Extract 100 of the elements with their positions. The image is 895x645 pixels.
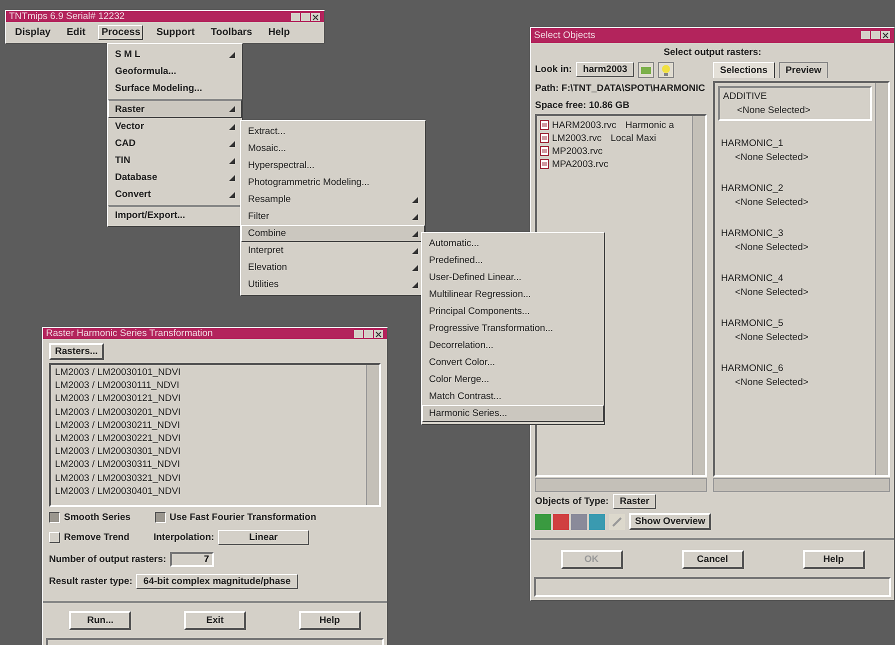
selection-item[interactable]: HARMONIC_4 <None Selected> <box>718 270 872 301</box>
selection-item[interactable]: HARMONIC_1 <None Selected> <box>718 134 872 166</box>
list-row[interactable]: LM2003 / LM20030321_NDVI <box>55 472 362 486</box>
menu-item[interactable]: Display <box>12 25 54 40</box>
menu-item[interactable]: Multilinear Regression... <box>422 286 604 303</box>
file-item[interactable]: HARM2003.rvc Harmonic a <box>540 118 689 132</box>
menu-item[interactable]: Match Contrast... <box>422 388 604 405</box>
window-controls-icon[interactable] <box>861 30 891 40</box>
dialog-button[interactable]: Help <box>802 550 864 570</box>
window-title: Select Objects <box>534 30 596 41</box>
file-item[interactable]: MP2003.rvc <box>540 144 689 158</box>
menu-item[interactable]: Resample <box>241 191 425 208</box>
scrollbar[interactable] <box>692 116 705 476</box>
menu-item[interactable]: Decorrelation... <box>422 337 604 354</box>
output-count-label: Number of output rasters: <box>49 554 166 565</box>
interpolation-label: Interpolation: <box>153 532 214 543</box>
selection-item[interactable]: HARMONIC_3 <None Selected> <box>718 224 872 256</box>
fft-checkbox[interactable] <box>154 512 166 523</box>
folder-icon[interactable] <box>638 62 654 78</box>
dialog-button[interactable]: Cancel <box>682 550 744 570</box>
list-row[interactable]: LM2003 / LM20030221_NDVI <box>55 432 362 446</box>
selection-item[interactable]: HARMONIC_6 <None Selected> <box>718 360 872 391</box>
file-icon <box>540 120 549 130</box>
menu-item[interactable]: Edit <box>64 25 88 40</box>
lightbulb-icon[interactable] <box>658 62 674 78</box>
path-text: Path: F:\TNT_DATA\SPOT\HARMONIC <box>535 82 706 94</box>
menu-item[interactable]: Progressive Transformation... <box>422 320 604 337</box>
scrollbar[interactable] <box>875 82 888 476</box>
window-controls-icon[interactable] <box>291 12 321 22</box>
look-in-dropdown[interactable]: harm2003 <box>576 62 634 78</box>
toolbar-icons[interactable] <box>535 514 605 530</box>
menu-item[interactable]: Principal Components... <box>422 303 604 320</box>
tab[interactable]: Selections <box>713 62 775 78</box>
menu-item[interactable]: Utilities <box>241 276 425 293</box>
menu-item[interactable]: Interpret <box>241 242 425 259</box>
list-row[interactable]: LM2003 / LM20030401_NDVI <box>55 486 362 499</box>
menu-item[interactable]: Support <box>153 25 198 40</box>
menu-item[interactable]: Mosaic... <box>241 140 425 157</box>
space-free-text: Space free: 10.86 GB <box>535 100 631 111</box>
scrollbar[interactable] <box>713 478 890 492</box>
dialog-button[interactable]: Run... <box>69 611 132 630</box>
file-item[interactable]: MPA2003.rvc <box>540 158 689 171</box>
menu-item[interactable]: Harmonic Series... <box>422 405 604 422</box>
tab[interactable]: Preview <box>778 62 828 78</box>
menu-item[interactable]: Photogrammetric Modeling... <box>241 174 425 191</box>
scrollbar[interactable] <box>366 365 379 505</box>
menu-item[interactable]: Raster <box>108 99 242 118</box>
menu-item[interactable]: Help <box>265 25 293 40</box>
menu-item[interactable]: Convert Color... <box>422 354 604 371</box>
list-row[interactable]: LM2003 / LM20030121_NDVI <box>55 393 362 407</box>
selection-item[interactable]: HARMONIC_5 <None Selected> <box>718 314 872 346</box>
menu-item[interactable]: Surface Modeling... <box>108 80 242 97</box>
smooth-series-checkbox[interactable] <box>49 512 60 523</box>
scrollbar[interactable] <box>535 478 707 492</box>
menu-item[interactable]: Toolbars <box>208 25 256 40</box>
menu-item[interactable]: Vector <box>108 118 242 135</box>
menu-item[interactable]: Elevation <box>241 259 425 276</box>
checkbox-label: Smooth Series <box>64 512 131 523</box>
menu-item[interactable]: Predefined... <box>422 252 604 269</box>
submenu-arrow-icon <box>229 124 235 130</box>
show-overview-button[interactable]: Show Overview <box>629 513 712 530</box>
result-type-label: Result raster type: <box>49 576 132 587</box>
menu-item[interactable]: Process <box>98 25 144 40</box>
file-item[interactable]: LM2003.rvc Local Maxi <box>540 132 689 145</box>
object-type-dropdown[interactable]: Raster <box>612 494 656 510</box>
interpolation-dropdown[interactable]: Linear <box>218 530 309 545</box>
menu-item[interactable]: Filter <box>241 208 425 225</box>
menu-item[interactable]: Geoformula... <box>108 63 242 80</box>
output-count-field[interactable]: 7 <box>170 552 214 567</box>
list-row[interactable]: LM2003 / LM20030101_NDVI <box>55 367 362 380</box>
result-type-dropdown[interactable]: 64-bit complex magnitude/phase <box>136 574 298 589</box>
look-in-label: Look in: <box>535 64 572 76</box>
list-row[interactable]: LM2003 / LM20030301_NDVI <box>55 446 362 460</box>
selection-item[interactable]: ADDITIVE <None Selected> <box>718 86 872 121</box>
pencil-icon[interactable] <box>609 514 625 530</box>
list-row[interactable]: LM2003 / LM20030111_NDVI <box>55 380 362 394</box>
menu-item[interactable]: CAD <box>108 135 242 152</box>
menu-item[interactable]: Convert <box>108 186 242 203</box>
menu-item[interactable]: TIN <box>108 152 242 169</box>
dialog-button[interactable]: Help <box>298 611 361 630</box>
remove-trend-checkbox[interactable] <box>49 532 60 543</box>
window-controls-icon[interactable] <box>354 328 384 338</box>
list-row[interactable]: LM2003 / LM20030311_NDVI <box>55 459 362 472</box>
menu-item[interactable]: Color Merge... <box>422 371 604 388</box>
dialog-button[interactable]: Exit <box>184 611 246 630</box>
submenu-arrow-icon <box>412 230 418 236</box>
selection-item[interactable]: HARMONIC_2 <None Selected> <box>718 180 872 211</box>
menu-item[interactable]: Extract... <box>241 123 425 140</box>
list-row[interactable]: LM2003 / LM20030211_NDVI <box>55 420 362 433</box>
menu-item[interactable]: User-Defined Linear... <box>422 269 604 286</box>
list-row[interactable]: LM2003 / LM20030201_NDVI <box>55 406 362 420</box>
submenu-arrow-icon <box>229 174 235 180</box>
object-type-label: Objects of Type: <box>535 496 609 508</box>
rasters-button[interactable]: Rasters... <box>49 343 104 360</box>
menu-item[interactable]: Database <box>108 169 242 186</box>
menu-item[interactable]: Combine <box>241 225 425 242</box>
menu-item[interactable]: Hyperspectral... <box>241 157 425 174</box>
file-icon <box>540 146 549 156</box>
menu-item[interactable]: S M L <box>108 46 242 63</box>
menu-item[interactable]: Automatic... <box>422 235 604 252</box>
